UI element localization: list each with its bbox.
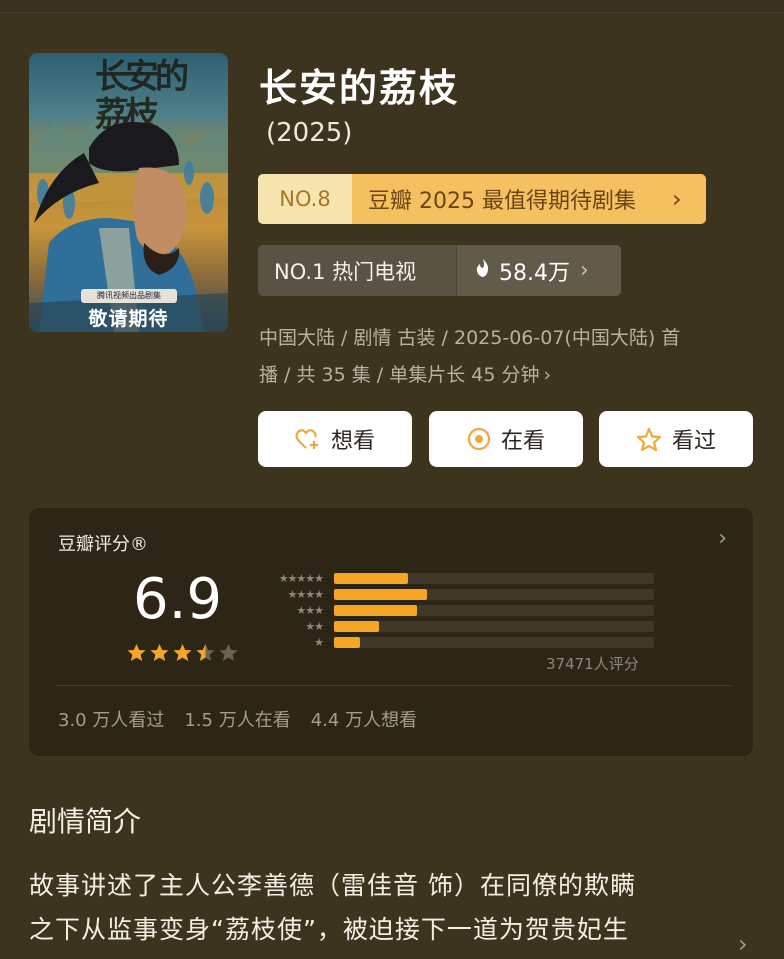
rating-row-stars: ★★★★ (287, 588, 324, 601)
rating-bar-track (334, 589, 654, 600)
star-half-icon (196, 644, 215, 661)
watched-count: 3.0 万人看过 (58, 710, 165, 731)
rating-bar-track (334, 637, 654, 648)
rating-row-2: ★★ (251, 620, 671, 633)
want-label: 想看 (330, 429, 375, 454)
meta-line-2: 播 / 共 35 集 / 单集片长 45 分钟 (259, 364, 540, 386)
divider (55, 685, 731, 686)
rating-row-3: ★★★ (251, 604, 671, 617)
watch-stats: 3.0 万人看过 1.5 万人在看 4.4 万人想看 (58, 706, 417, 732)
chevron-right-icon: › (580, 258, 589, 283)
rating-bar (334, 637, 360, 648)
rating-bar-track (334, 621, 654, 632)
chevron-right-icon: › (672, 174, 706, 224)
hot-value-text: 58.4万 (499, 260, 570, 286)
rating-bar-track (334, 605, 654, 616)
poster-image[interactable]: 长安的荔枝 腾讯视频出品剧集 敬请期待 (29, 53, 228, 332)
watching-count: 1.5 万人在看 (184, 710, 291, 731)
rating-row-stars: ★★★ (296, 604, 324, 617)
watched-label: 看过 (671, 429, 716, 454)
rating-row-5: ★★★★★ (251, 572, 671, 585)
watching-button[interactable]: 在看 (429, 411, 583, 467)
rating-row-stars: ★★ (305, 620, 324, 633)
hot-value: 58.4万 › (457, 245, 621, 296)
rating-row-4: ★★★★ (251, 588, 671, 601)
rating-score: 6.9 (133, 567, 223, 632)
rating-bar-track (334, 573, 654, 584)
ranking-number: NO.8 (258, 174, 352, 224)
rating-bar (334, 589, 427, 600)
star-full-icon (127, 644, 146, 661)
poster-cta: 敬请期待 (88, 308, 169, 330)
synopsis-line-1: 故事讲述了主人公李善德（雷佳音 饰）在同僚的欺瞒 (29, 871, 636, 900)
want-count: 4.4 万人想看 (310, 710, 418, 731)
meta-line-1: 中国大陆 / 剧情 古装 / 2025-06-07(中国大陆) 首 (259, 327, 681, 349)
rating-row-stars: ★ (314, 636, 324, 649)
want-to-watch-button[interactable]: 想看 (258, 411, 412, 467)
watched-button[interactable]: 看过 (599, 411, 753, 467)
chevron-right-icon: › (543, 364, 552, 386)
top-bar (0, 0, 784, 13)
rating-bar (334, 573, 408, 584)
rating-card[interactable]: 豆瓣评分® › 6.9 ★★★★★ ★★★★ ★★★ ★★ ★ 37471人评分 3.0… (29, 508, 753, 756)
rating-row-1: ★ (251, 636, 671, 649)
heart-plus-icon (295, 429, 318, 449)
star-outline-icon (636, 427, 662, 451)
synopsis-title: 剧情简介 (29, 805, 142, 838)
chevron-right-icon[interactable]: › (738, 930, 748, 958)
star-full-icon (150, 644, 169, 661)
hot-ranking-label: NO.1 热门电视 (258, 245, 457, 296)
target-icon (467, 427, 491, 451)
rating-bar (334, 605, 418, 616)
douban-ranking-banner[interactable]: NO.8 豆瓣 2025 最值得期待剧集 › (258, 174, 706, 224)
star-empty-icon (219, 644, 238, 661)
synopsis-line-2: 之下从监事变身“荔枝使”，被迫接下一道为贺贵妃生 (29, 915, 629, 944)
page-title: 长安的荔枝 (259, 66, 460, 110)
release-year: (2025) (266, 118, 353, 148)
synopsis-body[interactable]: 故事讲述了主人公李善德（雷佳音 饰）在同僚的欺瞒 之下从监事变身“荔枝使”，被迫… (29, 864, 729, 952)
star-full-icon (173, 644, 192, 661)
rating-card-title: 豆瓣评分® (58, 534, 148, 555)
hot-ranking-banner[interactable]: NO.1 热门电视 58.4万 › (258, 245, 621, 296)
poster-calligraphy: 长安的荔枝 (95, 57, 189, 135)
rating-count: 37471人评分 (546, 655, 639, 673)
watching-label: 在看 (500, 429, 545, 454)
show-meta-info[interactable]: 中国大陆 / 剧情 古装 / 2025-06-07(中国大陆) 首 播 / 共 … (259, 320, 759, 394)
ranking-text: 豆瓣 2025 最值得期待剧集 (352, 174, 672, 224)
star-rating (126, 643, 239, 662)
rating-row-stars: ★★★★★ (278, 572, 324, 585)
fire-icon (475, 259, 491, 282)
rating-bar (334, 621, 379, 632)
poster-tag: 腾讯视频出品剧集 (81, 289, 177, 303)
chevron-right-icon: › (718, 526, 727, 551)
